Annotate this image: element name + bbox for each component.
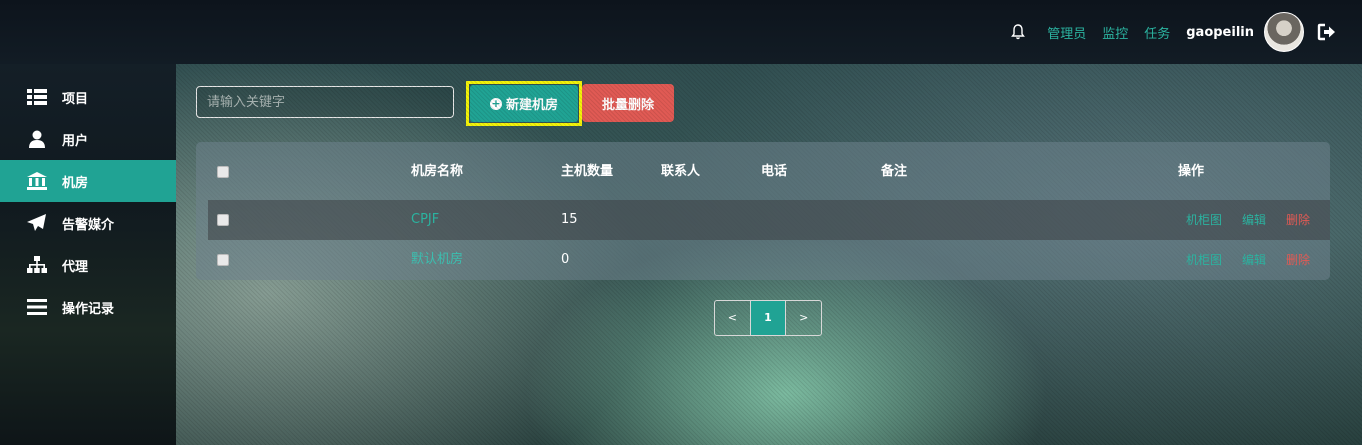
sidebar-item-label: 操作记录 — [62, 301, 115, 317]
column-header-phone[interactable]: 电话 — [761, 152, 787, 192]
edit-link[interactable]: 编辑 — [1242, 200, 1266, 240]
main-content: + 新建机房 批量删除 机房名称 主机数量 联系人 电话 备注 操作 CPJF … — [176, 64, 1362, 445]
sidebar-item-users[interactable]: 用户 — [0, 118, 176, 160]
prev-page-button[interactable]: < — [715, 301, 751, 335]
rack-view-link[interactable]: 机柜图 — [1186, 240, 1222, 280]
sidebar: 项目 用户 机房 告警媒介 代理 操作记录 — [0, 64, 176, 445]
new-button-highlight: + 新建机房 — [466, 81, 582, 126]
sitemap-icon — [26, 256, 48, 274]
sidebar-item-projects[interactable]: 项目 — [0, 76, 176, 118]
host-count: 0 — [561, 252, 570, 267]
column-header-contact[interactable]: 联系人 — [661, 152, 700, 192]
table-row: CPJF 15 机柜图 编辑 删除 — [208, 200, 1330, 240]
list-icon — [26, 88, 48, 106]
datacenter-name-link[interactable]: CPJF — [411, 200, 439, 240]
plus-circle-icon: + — [489, 96, 502, 110]
new-button-label: 新建机房 — [505, 98, 558, 113]
logout-icon[interactable] — [1314, 19, 1340, 45]
row-checkbox[interactable] — [217, 254, 229, 266]
sidebar-item-label: 告警媒介 — [62, 217, 115, 233]
table-header: 机房名称 主机数量 联系人 电话 备注 操作 — [208, 152, 1330, 192]
select-all-checkbox[interactable] — [217, 166, 229, 178]
search-input[interactable] — [196, 86, 454, 118]
batch-delete-button[interactable]: 批量删除 — [582, 84, 674, 122]
pagination: < 1 > — [714, 300, 822, 336]
rack-view-link[interactable]: 机柜图 — [1186, 200, 1222, 240]
sidebar-item-label: 项目 — [62, 91, 89, 107]
top-right-area: 管理员 监控 任务 gaopeilin — [1009, 0, 1362, 64]
delete-link[interactable]: 删除 — [1286, 240, 1310, 280]
sidebar-item-operation-log[interactable]: 操作记录 — [0, 286, 176, 328]
column-header-hosts[interactable]: 主机数量 — [561, 152, 613, 192]
username[interactable]: gaopeilin — [1186, 25, 1254, 40]
nav-link-tasks[interactable]: 任务 — [1144, 23, 1170, 42]
column-header-note[interactable]: 备注 — [881, 152, 907, 192]
bank-icon — [26, 172, 48, 190]
nav-link-admin[interactable]: 管理员 — [1047, 23, 1086, 42]
datacenter-name-link[interactable]: 默认机房 — [411, 240, 463, 280]
sidebar-item-datacenter[interactable]: 机房 — [0, 160, 176, 202]
edit-link[interactable]: 编辑 — [1242, 240, 1266, 280]
next-page-button[interactable]: > — [785, 301, 821, 335]
host-count: 15 — [561, 212, 578, 227]
sidebar-item-label: 代理 — [62, 259, 89, 275]
new-datacenter-button[interactable]: + 新建机房 — [470, 85, 578, 122]
delete-link[interactable]: 删除 — [1286, 200, 1310, 240]
user-icon — [26, 130, 48, 148]
datacenter-table: 机房名称 主机数量 联系人 电话 备注 操作 CPJF 15 机柜图 编辑 删除… — [196, 142, 1330, 280]
column-header-actions: 操作 — [1178, 164, 1205, 179]
nav-link-monitor[interactable]: 监控 — [1102, 23, 1128, 42]
table-row: 默认机房 0 机柜图 编辑 删除 — [208, 240, 1330, 280]
column-header-name[interactable]: 机房名称 — [411, 152, 463, 192]
top-bar: 管理员 监控 任务 gaopeilin — [0, 0, 1362, 64]
bars-icon — [26, 298, 48, 316]
sidebar-item-alert-media[interactable]: 告警媒介 — [0, 202, 176, 244]
bell-icon[interactable] — [1009, 23, 1027, 41]
row-checkbox[interactable] — [217, 214, 229, 226]
sidebar-item-proxy[interactable]: 代理 — [0, 244, 176, 286]
avatar[interactable] — [1264, 12, 1304, 52]
paper-plane-icon — [26, 214, 48, 232]
sidebar-item-label: 机房 — [62, 175, 89, 191]
sidebar-item-label: 用户 — [62, 133, 89, 149]
page-1-button[interactable]: 1 — [750, 301, 786, 335]
